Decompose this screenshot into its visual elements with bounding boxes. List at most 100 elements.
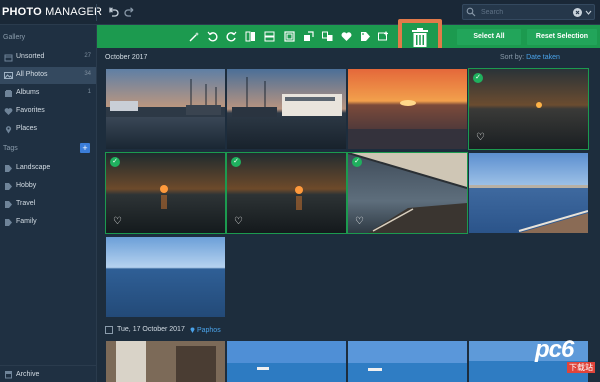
tag-action-icon[interactable]	[360, 31, 371, 42]
divider	[96, 4, 97, 21]
sidebar-item-label: Places	[16, 125, 38, 132]
location-pin-icon	[190, 327, 195, 333]
search-input[interactable]	[481, 7, 569, 18]
favorite-toggle-icon[interactable]: ♡	[113, 217, 123, 227]
harbor-dusk-photo	[106, 69, 225, 149]
undo-icon[interactable]	[107, 6, 119, 18]
add-to-album-icon[interactable]	[378, 31, 389, 42]
magic-wand-icon[interactable]	[189, 31, 200, 42]
photo-thumbnail[interactable]	[106, 69, 225, 149]
photo-thumbnail[interactable]	[227, 69, 346, 149]
coast-photo	[348, 341, 467, 382]
photo-thumbnail-selected[interactable]: ✓ ♡	[105, 152, 226, 234]
sidebar-item-archive[interactable]: Archive	[0, 365, 96, 382]
title-bar: PHOTO MANAGER	[0, 0, 600, 25]
photo-thumbnail[interactable]	[348, 341, 467, 382]
sidebar-item-all-photos[interactable]: All Photos 34	[0, 67, 96, 84]
search-box[interactable]	[462, 4, 595, 20]
archive-icon	[5, 371, 12, 379]
sort-value[interactable]: Date taken	[526, 54, 560, 61]
pin-icon	[5, 126, 12, 134]
sailboat-photo	[348, 153, 467, 233]
search-icon	[466, 7, 476, 17]
app-title: PHOTO MANAGER	[2, 6, 103, 18]
selected-check-icon[interactable]: ✓	[352, 157, 362, 167]
sidebar-item-family[interactable]: Family	[0, 214, 96, 231]
tag-icon	[5, 219, 12, 226]
sidebar-item-label: Landscape	[16, 164, 51, 171]
sidebar-item-label: Unsorted	[16, 53, 45, 60]
sidebar-item-label: Archive	[16, 371, 40, 378]
select-group-checkbox[interactable]	[105, 326, 113, 334]
sunset-sea-photo	[469, 69, 588, 149]
rotate-left-icon[interactable]	[207, 31, 218, 42]
photo-thumbnail-selected[interactable]: ✓ ♡	[347, 152, 468, 234]
group-location[interactable]: Paphos	[190, 326, 221, 334]
flip-icon[interactable]	[245, 31, 256, 42]
sidebar-item-favorites[interactable]: Favorites	[0, 103, 96, 120]
tag-icon	[5, 165, 12, 172]
sunset-sea-photo	[106, 153, 225, 233]
item-count: 1	[87, 89, 91, 95]
sidebar-item-travel[interactable]: Travel	[0, 196, 96, 213]
resize-icon[interactable]	[303, 31, 314, 42]
sidebar-item-landscape[interactable]: Landscape	[0, 160, 96, 177]
selected-check-icon[interactable]: ✓	[110, 157, 120, 167]
favorite-toggle-icon[interactable]: ♡	[355, 217, 365, 227]
favorite-toggle-icon[interactable]: ♡	[234, 217, 244, 227]
convert-icon[interactable]	[322, 31, 333, 42]
favorite-heart-icon[interactable]	[341, 31, 352, 42]
sidebar-item-label: Family	[16, 218, 37, 225]
ship-deck-sea-photo	[469, 153, 588, 233]
reset-selection-button[interactable]: Reset Selection	[527, 29, 597, 45]
selected-check-icon[interactable]: ✓	[231, 157, 241, 167]
sidebar-item-albums[interactable]: Albums 1	[0, 85, 96, 102]
sidebar-item-unsorted[interactable]: Unsorted 27	[0, 49, 96, 66]
group-date: Tue, 17 October 2017	[117, 326, 185, 333]
photo-thumbnail[interactable]	[106, 341, 225, 382]
album-icon	[5, 90, 12, 97]
clear-search-icon[interactable]	[573, 8, 582, 17]
indoor-photo	[106, 341, 225, 382]
tag-icon	[5, 183, 12, 190]
photo-thumbnail-selected[interactable]: ✓ ♡	[468, 68, 589, 150]
photo-thumbnail[interactable]	[106, 237, 225, 317]
redo-icon[interactable]	[124, 6, 136, 18]
site-watermark-logo: pc6 下载站	[535, 336, 595, 373]
coast-photo	[227, 341, 346, 382]
flip-vertical-icon[interactable]	[264, 31, 275, 42]
rotate-right-icon[interactable]	[226, 31, 237, 42]
trash-icon	[412, 28, 428, 47]
favorite-toggle-icon[interactable]: ♡	[476, 133, 486, 143]
sidebar-item-hobby[interactable]: Hobby	[0, 178, 96, 195]
add-tag-button[interactable]: +	[80, 143, 90, 153]
item-count: 27	[84, 53, 91, 59]
sidebar-item-label: Travel	[16, 200, 36, 207]
sunset-sea-photo	[227, 153, 346, 233]
sidebar-item-label: All Photos	[16, 71, 48, 78]
open-sea-photo	[106, 237, 225, 317]
sidebar-item-label: Albums	[16, 89, 40, 96]
photo-thumbnail[interactable]	[469, 153, 588, 233]
search-options-icon[interactable]	[585, 9, 592, 16]
tag-icon	[5, 201, 12, 208]
date-group-heading: October 2017	[105, 54, 148, 61]
sidebar-item-label: Hobby	[16, 182, 37, 189]
photo-thumbnail-selected[interactable]: ✓ ♡	[226, 152, 347, 234]
photo-thumbnail[interactable]	[348, 69, 467, 149]
tags-heading: Tags	[3, 145, 18, 152]
sidebar-item-label: Favorites	[16, 107, 45, 114]
crop-icon[interactable]	[284, 31, 295, 42]
sort-control[interactable]: Sort by: Date taken	[500, 54, 560, 61]
image-icon	[4, 72, 13, 79]
photo-thumbnail[interactable]	[227, 341, 346, 382]
heart-icon	[4, 108, 13, 115]
box-icon	[4, 54, 13, 62]
item-count: 34	[84, 71, 91, 77]
select-all-button[interactable]: Select All	[457, 29, 521, 45]
sort-label: Sort by:	[500, 54, 525, 61]
selected-check-icon[interactable]: ✓	[473, 73, 483, 83]
marina-boat-photo	[227, 69, 346, 149]
sidebar-item-places[interactable]: Places	[0, 121, 96, 138]
orange-sunset-photo	[348, 69, 467, 149]
